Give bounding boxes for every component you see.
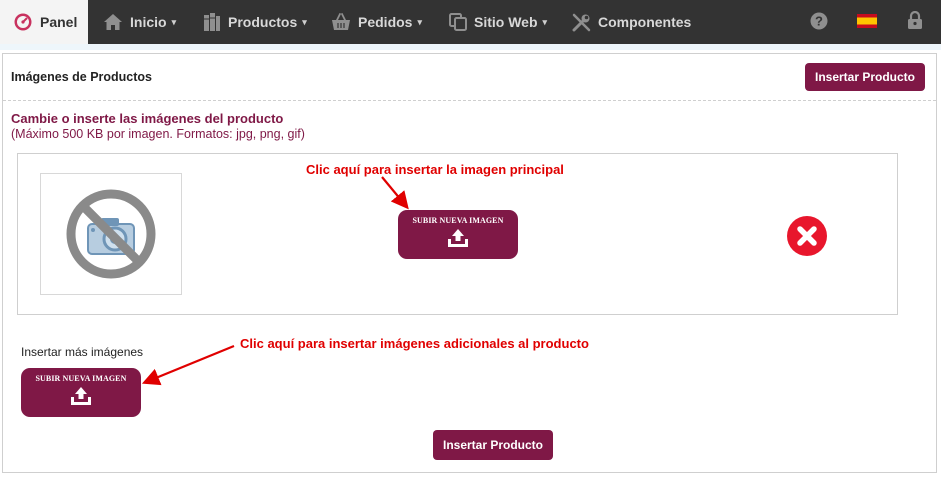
chevron-down-icon: ▾ <box>171 16 177 27</box>
section-title: Cambie o inserte las imágenes del produc… <box>11 111 284 126</box>
upload-tray-icon <box>69 386 93 409</box>
nav-componentes[interactable]: Componentes <box>572 0 691 44</box>
question-circle-icon: ? <box>810 12 828 33</box>
wrench-icon <box>572 13 591 32</box>
main-image-box: SUBIR NUEVA IMAGEN <box>17 153 898 315</box>
nav-pedidos[interactable]: Pedidos ▾ <box>331 0 422 44</box>
nav-sitio-web[interactable]: Sitio Web ▾ <box>449 0 547 44</box>
image-thumbnail <box>40 173 182 295</box>
nav-sitio-web-label: Sitio Web <box>474 14 538 30</box>
top-navbar: Panel Inicio ▾ Productos ▾ Pedidos ▾ Sit… <box>0 0 941 44</box>
upload-main-image-button[interactable]: SUBIR NUEVA IMAGEN <box>398 210 518 259</box>
nav-panel[interactable]: Panel <box>0 0 88 44</box>
chevron-down-icon: ▾ <box>417 16 422 27</box>
svg-text:?: ? <box>815 13 823 28</box>
help-button[interactable]: ? <box>810 0 828 44</box>
extra-images-hint: Clic aquí para insertar imágenes adicion… <box>240 336 589 351</box>
nav-panel-label: Panel <box>40 14 78 30</box>
chevron-down-icon: ▾ <box>302 16 307 27</box>
spain-flag-icon <box>857 13 877 31</box>
no-photo-icon <box>66 189 156 279</box>
books-icon <box>203 12 221 32</box>
copy-icon <box>449 13 467 31</box>
upload-extra-image-button[interactable]: SUBIR NUEVA IMAGEN <box>21 368 141 417</box>
lock-button[interactable] <box>907 0 923 44</box>
shopping-basket-icon <box>331 13 351 31</box>
upload-button-label: SUBIR NUEVA IMAGEN <box>35 374 127 383</box>
nav-pedidos-label: Pedidos <box>358 14 413 30</box>
main-image-hint: Clic aquí para insertar la imagen princi… <box>306 162 564 177</box>
dashboard-icon <box>14 13 32 31</box>
language-selector[interactable] <box>857 0 877 44</box>
nav-componentes-label: Componentes <box>598 14 692 30</box>
upload-tray-icon <box>446 228 470 251</box>
lock-icon <box>907 10 923 33</box>
nav-inicio[interactable]: Inicio ▾ <box>103 0 176 44</box>
page-title: Imágenes de Productos <box>11 70 153 84</box>
nav-productos[interactable]: Productos ▾ <box>203 0 307 44</box>
header-divider <box>0 44 941 50</box>
more-images-label: Insertar más imágenes <box>21 345 144 359</box>
card-header: Imágenes de Productos Insertar Producto <box>3 54 936 101</box>
product-images-card: Imágenes de Productos Insertar Producto … <box>2 53 937 473</box>
nav-productos-label: Productos <box>228 14 298 30</box>
home-icon <box>103 13 123 31</box>
nav-inicio-label: Inicio <box>130 14 167 30</box>
chevron-down-icon: ▾ <box>542 16 548 27</box>
upload-button-label: SUBIR NUEVA IMAGEN <box>412 216 504 225</box>
insert-product-button-top[interactable]: Insertar Producto <box>805 63 925 91</box>
delete-circle-icon[interactable] <box>786 215 828 260</box>
size-format-note: (Máximo 500 KB por imagen. Formatos: jpg… <box>11 127 305 141</box>
insert-product-button-bottom[interactable]: Insertar Producto <box>433 430 553 460</box>
